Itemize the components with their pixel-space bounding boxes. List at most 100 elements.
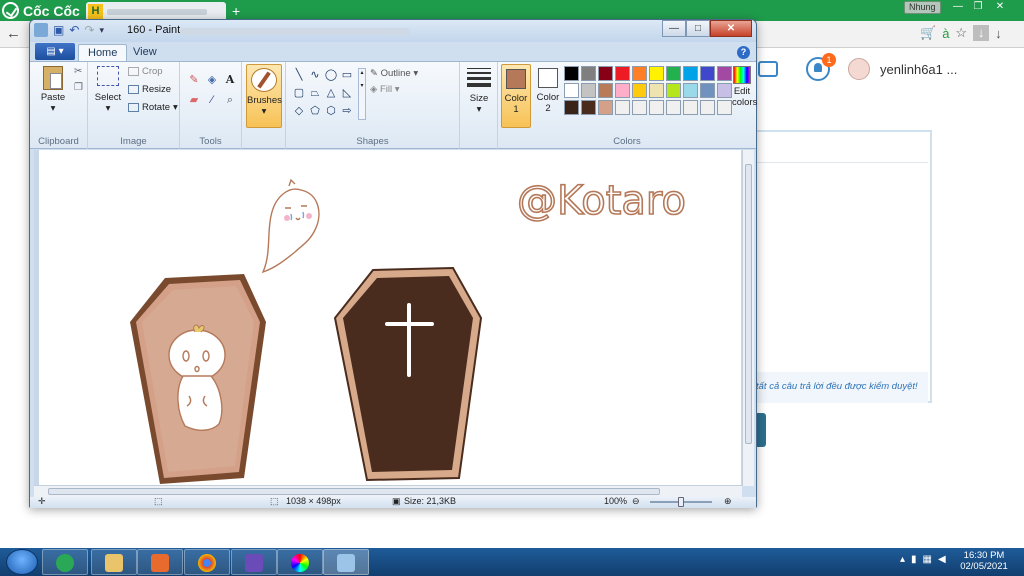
star-icon[interactable]: ☆ xyxy=(955,25,967,41)
back-arrow-icon[interactable]: ← xyxy=(6,25,21,42)
taskbar-paint[interactable] xyxy=(323,549,369,575)
palette-swatch[interactable] xyxy=(717,100,732,115)
brushes-button[interactable]: Brushes ▾ xyxy=(246,64,282,128)
avatar[interactable] xyxy=(848,58,870,80)
network-icon[interactable]: ▦ xyxy=(923,554,932,565)
download-icon[interactable]: ↓ xyxy=(995,26,1002,41)
oval-shape-icon[interactable]: ◯ xyxy=(324,68,338,82)
zoom-in-icon[interactable]: ⊕ xyxy=(724,496,732,507)
palette-swatch[interactable] xyxy=(632,100,647,115)
zoom-out-icon[interactable]: ⊖ xyxy=(632,496,640,507)
vertical-scroll-thumb[interactable] xyxy=(745,164,752,444)
answer-button[interactable] xyxy=(756,413,766,447)
translate-icon[interactable]: à xyxy=(942,26,949,41)
clock[interactable]: 16:30 PM 02/05/2021 xyxy=(955,550,1013,572)
edit-colors-button[interactable]: Edit colors xyxy=(732,66,757,108)
hexagon-shape-icon[interactable]: ⬡ xyxy=(324,104,338,118)
qat-dropdown-icon[interactable]: ▾ xyxy=(99,25,104,36)
palette-swatch[interactable] xyxy=(700,66,715,81)
palette-swatch[interactable] xyxy=(666,66,681,81)
palette-swatch[interactable] xyxy=(598,83,613,98)
size-button[interactable]: Size ▾ xyxy=(465,68,493,115)
undo-icon[interactable]: ↶ xyxy=(69,23,79,37)
drawing-canvas[interactable]: @Kotaro xyxy=(39,150,741,487)
cart-icon[interactable]: 🛒 xyxy=(920,25,936,41)
minimize-button[interactable]: — xyxy=(662,20,686,37)
start-button[interactable] xyxy=(6,549,38,575)
taskbar-explorer[interactable] xyxy=(91,549,137,575)
palette-swatch[interactable] xyxy=(649,100,664,115)
crop-button[interactable]: Crop xyxy=(128,66,163,77)
shapes-scroll[interactable]: ▴ ▾ xyxy=(358,68,366,120)
color1-button[interactable]: Color 1 xyxy=(501,64,531,128)
tab-view[interactable]: View xyxy=(124,44,166,61)
palette-swatch[interactable] xyxy=(581,83,596,98)
save-icon[interactable]: ▣ xyxy=(53,23,64,37)
palette-swatch[interactable] xyxy=(700,100,715,115)
fill-bucket-icon[interactable]: ◈ xyxy=(204,72,220,88)
magnifier-icon[interactable]: ⌕ xyxy=(222,92,238,108)
palette-swatch[interactable] xyxy=(564,83,579,98)
user-name[interactable]: yenlinh6a1 ... xyxy=(880,62,957,77)
triangle-shape-icon[interactable]: △ xyxy=(324,86,338,100)
redo-icon[interactable]: ↷ xyxy=(84,23,94,37)
outline-button[interactable]: ✎ Outline ▾ xyxy=(370,68,418,79)
palette-swatch[interactable] xyxy=(717,83,732,98)
maximize-button[interactable]: □ xyxy=(686,20,710,37)
resize-button[interactable]: Resize xyxy=(128,84,171,95)
volume-icon[interactable]: ◀ xyxy=(938,554,946,565)
close-button[interactable]: ✕ xyxy=(710,20,752,37)
palette-swatch[interactable] xyxy=(564,100,579,115)
curve-shape-icon[interactable]: ∿ xyxy=(308,68,322,82)
palette-swatch[interactable] xyxy=(632,66,647,81)
rounded-rect-shape-icon[interactable]: ▢ xyxy=(292,86,306,100)
polygon-shape-icon[interactable]: ⏢ xyxy=(308,86,322,100)
browser-restore-icon[interactable]: ❐ xyxy=(968,0,988,14)
taskbar-chrome[interactable] xyxy=(184,549,230,575)
palette-swatch[interactable] xyxy=(666,83,681,98)
palette-swatch[interactable] xyxy=(615,66,630,81)
diamond-shape-icon[interactable]: ◇ xyxy=(292,104,306,118)
arrow-shape-icon[interactable]: ⇨ xyxy=(340,104,354,118)
paint-app-icon[interactable] xyxy=(34,23,48,37)
palette-swatch[interactable] xyxy=(598,100,613,115)
horizontal-scroll-thumb[interactable] xyxy=(48,488,660,495)
zoom-slider[interactable] xyxy=(650,497,712,507)
right-triangle-shape-icon[interactable]: ◺ xyxy=(340,86,354,100)
profile-button[interactable]: Nhung xyxy=(904,1,941,14)
signal-icon[interactable]: ▮ xyxy=(911,554,917,565)
chat-icon[interactable] xyxy=(758,61,778,77)
palette-swatch[interactable] xyxy=(683,66,698,81)
browser-logo[interactable]: Cốc Cốc xyxy=(2,1,80,20)
palette-swatch[interactable] xyxy=(666,100,681,115)
taskbar-coccoc[interactable] xyxy=(42,549,88,575)
cut-icon[interactable]: ✂ xyxy=(74,66,84,77)
palette-swatch[interactable] xyxy=(700,83,715,98)
palette-swatch[interactable] xyxy=(717,66,732,81)
palette-swatch[interactable] xyxy=(581,66,596,81)
bell-icon[interactable]: 1 xyxy=(806,53,836,81)
tray-arrow-icon[interactable]: ▴ xyxy=(900,554,905,565)
pentagon-shape-icon[interactable]: ⬠ xyxy=(308,104,322,118)
palette-swatch[interactable] xyxy=(683,83,698,98)
fill-button[interactable]: ◈ Fill ▾ xyxy=(370,84,400,95)
vertical-scrollbar[interactable] xyxy=(742,150,754,486)
help-icon[interactable]: ? xyxy=(737,46,750,59)
color-picker-icon[interactable]: ⁄ xyxy=(204,92,220,108)
palette-swatch[interactable] xyxy=(649,83,664,98)
palette-swatch[interactable] xyxy=(615,83,630,98)
palette-swatch[interactable] xyxy=(564,66,579,81)
palette-swatch[interactable] xyxy=(615,100,630,115)
file-menu-button[interactable]: ▤ ▾ xyxy=(35,43,75,60)
palette-swatch[interactable] xyxy=(649,66,664,81)
browser-close-icon[interactable]: ✕ xyxy=(990,0,1010,14)
text-icon[interactable]: A xyxy=(222,72,238,88)
rotate-button[interactable]: Rotate ▾ xyxy=(128,102,178,113)
browser-minimize-icon[interactable]: — xyxy=(948,0,968,14)
pencil-icon[interactable]: ✎ xyxy=(186,72,202,88)
copy-icon[interactable]: ❐ xyxy=(74,82,84,93)
palette-swatch[interactable] xyxy=(632,83,647,98)
tab-home[interactable]: Home xyxy=(78,44,128,61)
taskbar-game[interactable] xyxy=(231,549,277,575)
palette-swatch[interactable] xyxy=(598,66,613,81)
